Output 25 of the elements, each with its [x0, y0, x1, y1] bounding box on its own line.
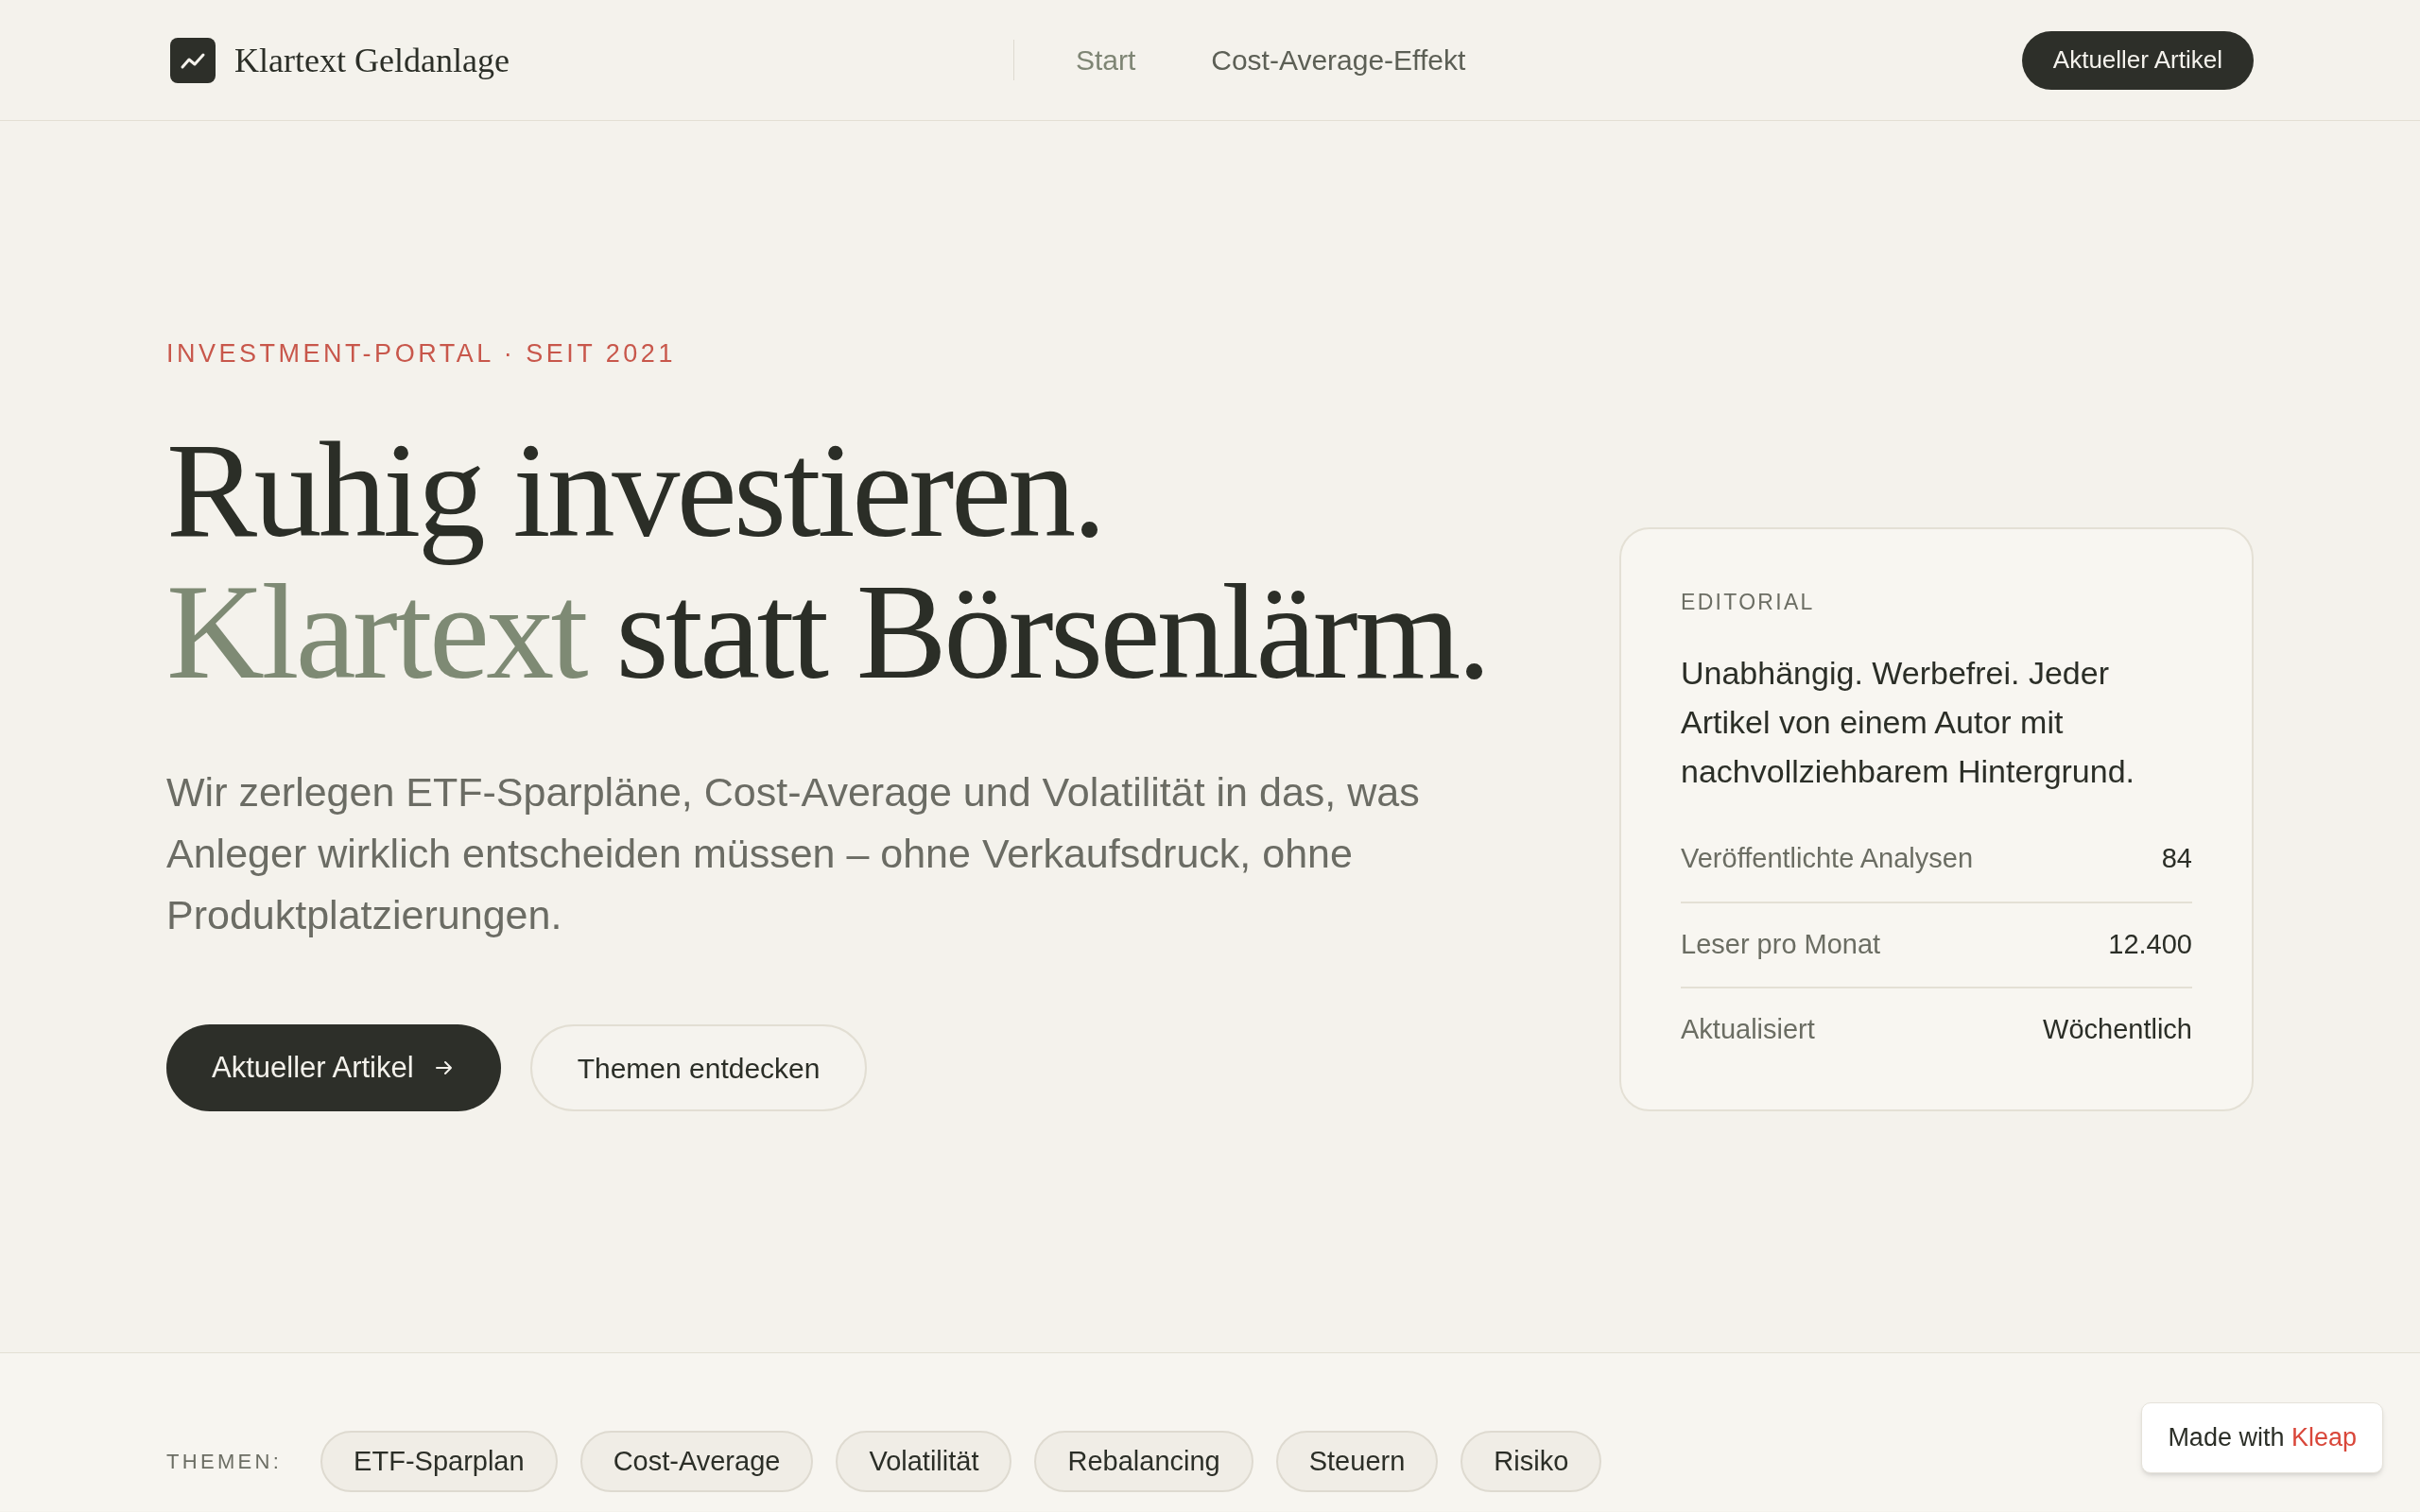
- current-article-button[interactable]: Aktueller Artikel: [2021, 30, 2254, 90]
- stat-label: Veröffentlichte Analysen: [1681, 842, 1974, 876]
- hero-heading: Ruhig investieren. Klartext statt Börsenlärm.: [166, 420, 1489, 703]
- topic-tag[interactable]: ETF-Sparplan: [320, 1431, 558, 1492]
- secondary-button[interactable]: Themen entdecken: [529, 1024, 868, 1111]
- stat-value: Wöchentlich: [2043, 1013, 2192, 1047]
- topic-tag[interactable]: Risiko: [1461, 1431, 1602, 1492]
- topic-tag[interactable]: Steuern: [1275, 1431, 1439, 1492]
- card-label: EDITORIAL: [1681, 589, 1815, 616]
- site-title[interactable]: Klartext Geldanlage: [234, 43, 510, 77]
- topics-label: THEMEN:: [166, 1449, 283, 1475]
- stat-label: Aktualisiert: [1681, 1013, 1815, 1047]
- card-text: Unabhängig. Werbefrei. Jeder Artikel von einem Autor mit nachvollziehbarem Hintergrund.: [1681, 654, 2136, 791]
- stat-value: 12.400: [2108, 928, 2192, 962]
- made-with-link[interactable]: Made with Kleap: [2141, 1402, 2383, 1473]
- intro-paragraph: Wir zerlegen ETF-Sparpläne, Cost-Average und Volatilität in das, was Anleger wirklich entscheiden müssen – ohne Verkaufsdruck, ohne Produktplatzierungen.: [166, 768, 1421, 939]
- primary-button[interactable]: Aktueller Artikel: [166, 1024, 501, 1111]
- topic-tag[interactable]: Volatilität: [836, 1431, 1012, 1492]
- eyebrow-text: INVESTMENT-PORTAL · SEIT 2021: [166, 338, 676, 369]
- stat-value: 84: [2161, 842, 2192, 876]
- topic-tag[interactable]: Cost-Average: [579, 1431, 814, 1492]
- nav-link[interactable]: Cost-Average-Effekt: [1211, 39, 1466, 81]
- stat-label: Leser pro Monat: [1681, 928, 1881, 962]
- topic-tag[interactable]: Rebalancing: [1034, 1431, 1253, 1492]
- arrow-right-icon: [434, 1058, 454, 1077]
